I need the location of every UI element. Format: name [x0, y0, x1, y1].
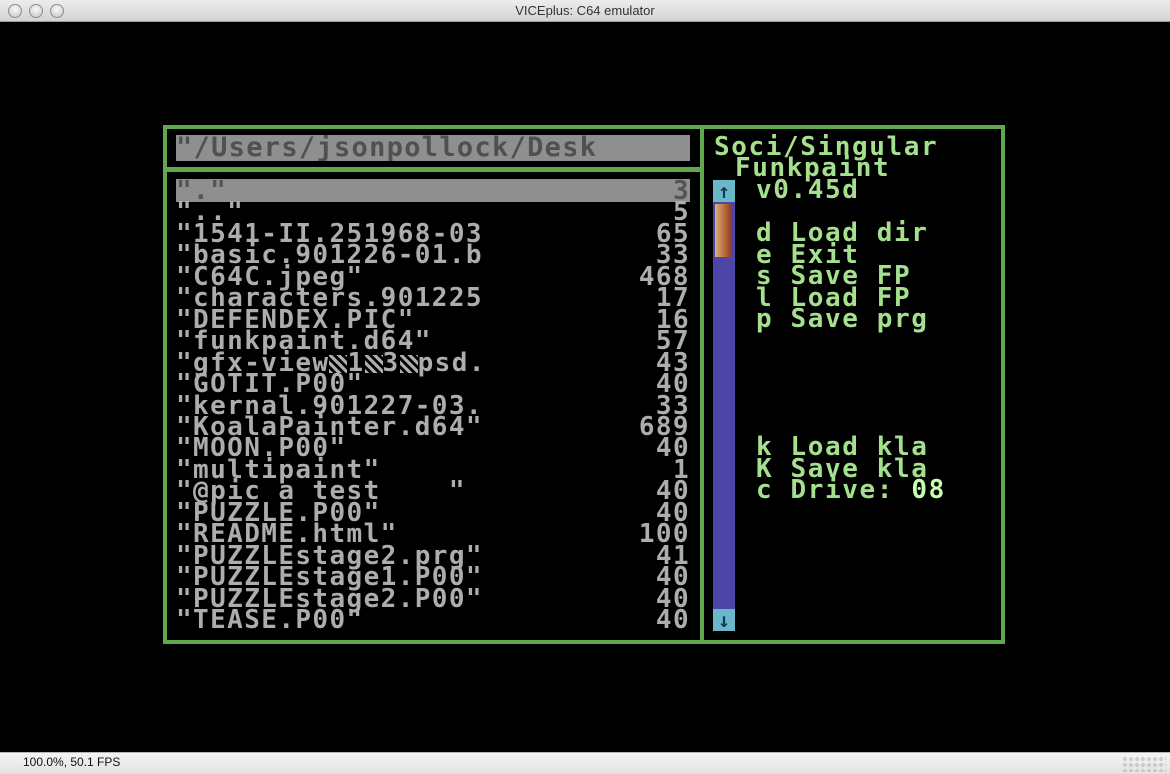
menu-command[interactable]: c Drive: 08 — [756, 477, 946, 503]
speed-status: 100.0%, 50.1 FPS — [23, 755, 121, 769]
command-key: p — [756, 304, 774, 334]
window-title: VICEplus: C64 emulator — [515, 3, 655, 18]
scrollbar-track[interactable] — [713, 202, 735, 609]
arrow-down-icon[interactable]: ↓ — [713, 609, 735, 631]
directory-path: "/Users/jsonpollock/Desk — [176, 135, 690, 161]
graphic-char-icon — [364, 354, 383, 373]
arrow-up-icon[interactable]: ↑ — [713, 180, 735, 202]
resize-grip-icon[interactable] — [1122, 756, 1166, 772]
command-label: Save prg — [790, 304, 929, 334]
command-key: c — [756, 475, 774, 505]
graphic-char-icon — [399, 354, 418, 373]
menu-command[interactable]: p Save prg — [756, 306, 929, 332]
file-name: "TEASE.P00" — [176, 605, 364, 635]
file-row[interactable]: "." 3 — [176, 178, 690, 204]
file-row[interactable]: "TEASE.P00" 40 — [176, 605, 690, 635]
version-text: v0.45d — [756, 175, 860, 205]
command-label: Drive: — [790, 475, 895, 505]
scrollbar-thumb[interactable] — [715, 204, 731, 257]
title-bar: VICEplus: C64 emulator — [0, 0, 1170, 22]
status-bar: 100.0%, 50.1 FPS — [0, 752, 1170, 774]
file-size: 40 — [655, 605, 690, 635]
drive-number: 08 — [911, 475, 946, 505]
